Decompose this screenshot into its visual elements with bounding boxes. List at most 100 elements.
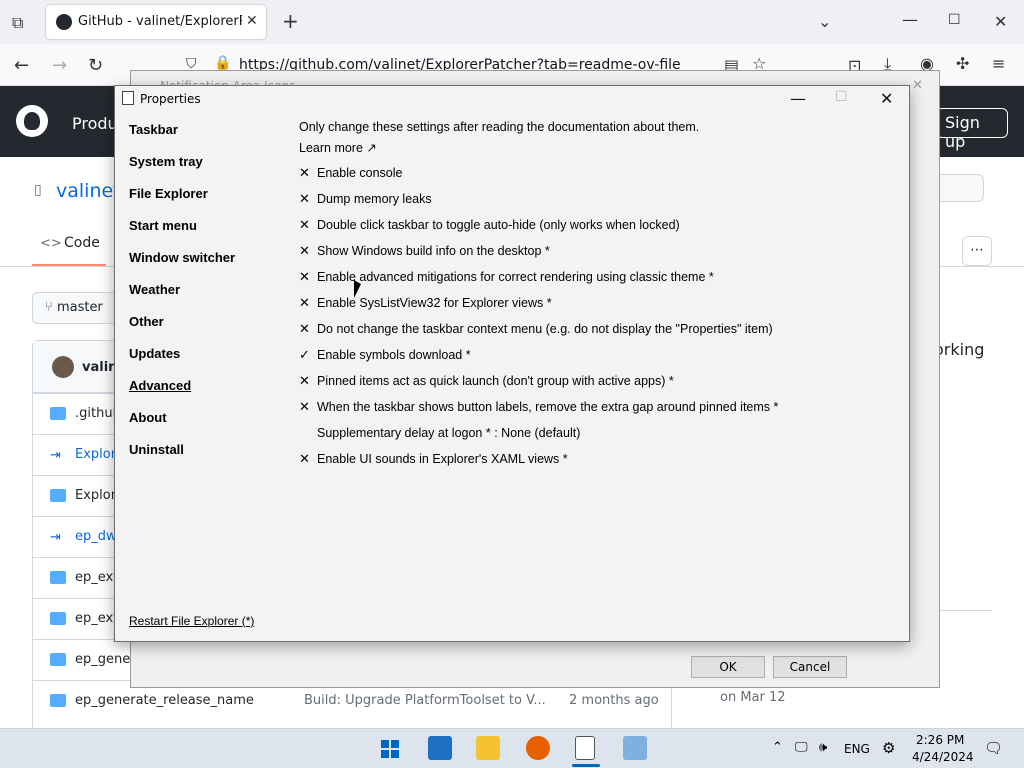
option-label[interactable]: When the taskbar shows button labels, re… <box>317 400 778 414</box>
option-label[interactable]: Dump memory leaks <box>317 192 432 206</box>
option-label[interactable]: Enable advanced mitigations for correct … <box>317 270 714 284</box>
tab-code[interactable]: Code <box>64 235 100 251</box>
branch-icon: ⑂ <box>45 300 57 315</box>
window-minimize-button[interactable]: — <box>902 10 918 29</box>
ok-button[interactable]: OK <box>691 656 765 678</box>
language-indicator[interactable]: ENG <box>844 742 870 756</box>
nav-item-advanced[interactable]: Advanced <box>129 378 191 393</box>
photos-app-icon[interactable] <box>623 736 647 760</box>
active-app-indicator <box>572 764 600 767</box>
learn-more-link[interactable]: Learn more ↗ <box>299 140 377 155</box>
properties-title: Properties <box>140 92 201 106</box>
start-button[interactable] <box>381 740 399 758</box>
back-dialog-close-icon[interactable]: ✕ <box>912 78 923 93</box>
option-label[interactable]: Supplementary delay at logon * : None (d… <box>317 426 580 440</box>
folder-icon <box>50 653 66 666</box>
nav-item-file-explorer[interactable]: File Explorer <box>129 186 208 201</box>
option-label[interactable]: Enable symbols download * <box>317 348 471 362</box>
option-label[interactable]: Enable SysListView32 for Explorer views … <box>317 296 552 310</box>
release-date: on Mar 12 <box>720 690 786 705</box>
unchecked-icon[interactable]: ✕ <box>299 374 313 389</box>
tab-title: GitHub - valinet/ExplorerPatcher <box>78 14 242 29</box>
volume-icon[interactable]: 🕪 <box>819 740 827 755</box>
nav-item-about[interactable]: About <box>129 410 167 425</box>
file-name-link[interactable]: ep_generate_release_name <box>75 693 254 708</box>
nav-item-start-menu[interactable]: Start menu <box>129 218 197 233</box>
commit-age: 2 months ago <box>569 693 659 708</box>
nav-item-updates[interactable]: Updates <box>129 346 180 361</box>
repo-icon: ▯ <box>34 182 42 198</box>
commit-message[interactable]: Build: Upgrade PlatformToolset to V... <box>304 693 546 708</box>
menu-icon[interactable]: ≡ <box>992 54 1005 73</box>
forward-icon[interactable]: → <box>52 55 67 76</box>
settings-gear-icon[interactable]: ⚙ <box>882 739 895 757</box>
unchecked-icon[interactable]: ✕ <box>299 296 313 311</box>
sign-up-button[interactable]: Sign up <box>936 108 1008 151</box>
extensions-icon[interactable]: ✣ <box>956 54 969 73</box>
clock-time[interactable]: 2:26 PM <box>916 733 964 747</box>
unchecked-icon[interactable]: ✕ <box>299 244 313 259</box>
store-app-icon[interactable] <box>428 736 452 760</box>
folder-icon <box>50 571 66 584</box>
checked-icon[interactable]: ✓ <box>299 348 313 363</box>
product-menu[interactable]: Produ <box>72 114 118 133</box>
cancel-button[interactable]: Cancel <box>773 656 847 678</box>
repo-owner-link[interactable]: valinet <box>56 180 121 202</box>
unchecked-icon[interactable]: ✕ <box>299 270 313 285</box>
properties-window <box>114 85 910 642</box>
window-close-button[interactable]: ✕ <box>994 12 1007 31</box>
tab-list-icon[interactable]: ⧉ <box>12 13 23 33</box>
submodule-icon: ⇥ <box>50 448 61 463</box>
show-hidden-icons-icon[interactable]: ⌃ <box>772 740 783 755</box>
unchecked-icon[interactable]: ✕ <box>299 400 313 415</box>
option-label[interactable]: Show Windows build info on the desktop * <box>317 244 550 258</box>
network-icon[interactable]: 🖵 <box>795 740 808 755</box>
clock-date[interactable]: 4/24/2024 <box>912 750 974 764</box>
start-tile <box>381 750 389 758</box>
folder-icon <box>50 407 66 420</box>
branch-selector[interactable]: ⑂ master <box>32 292 122 324</box>
firefox-app-icon[interactable] <box>526 736 550 760</box>
unchecked-icon[interactable]: ✕ <box>299 218 313 233</box>
unchecked-icon[interactable]: ✕ <box>299 452 313 467</box>
file-name-link[interactable]: ep_ext <box>75 611 118 626</box>
unchecked-icon[interactable]: ✕ <box>299 192 313 207</box>
start-tile <box>391 740 399 748</box>
lock-icon[interactable]: 🔒 <box>214 55 231 71</box>
avatar[interactable] <box>52 356 74 378</box>
properties-close-button[interactable]: ✕ <box>880 89 893 108</box>
file-name-link[interactable]: ep_ext <box>75 570 118 585</box>
more-options-icon[interactable]: ⋯ <box>962 236 992 266</box>
nav-item-system-tray[interactable]: System tray <box>129 154 203 169</box>
properties-app-taskbar-icon[interactable] <box>575 736 595 760</box>
restart-explorer-link[interactable]: Restart File Explorer (*) <box>129 614 254 628</box>
option-label[interactable]: Do not change the taskbar context menu (… <box>317 322 773 336</box>
start-tile <box>391 750 399 758</box>
nav-item-weather[interactable]: Weather <box>129 282 180 297</box>
option-label[interactable]: Enable UI sounds in Explorer's XAML view… <box>317 452 568 466</box>
code-icon: <> <box>40 236 62 251</box>
back-icon[interactable]: ← <box>14 55 29 76</box>
option-label[interactable]: Pinned items act as quick launch (don't … <box>317 374 674 388</box>
unchecked-icon[interactable]: ✕ <box>299 166 313 181</box>
file-name-link[interactable]: ep_dw <box>75 529 117 544</box>
reload-icon[interactable]: ↻ <box>88 55 103 76</box>
new-tab-button[interactable]: + <box>282 9 299 33</box>
nav-item-uninstall[interactable]: Uninstall <box>129 442 184 457</box>
file-explorer-app-icon[interactable] <box>476 736 500 760</box>
github-logo-mark <box>24 112 40 130</box>
tab-close-icon[interactable]: ✕ <box>246 13 258 29</box>
file-name-link[interactable]: ep_gener <box>75 652 136 667</box>
nav-item-taskbar[interactable]: Taskbar <box>129 122 178 137</box>
taskbar <box>0 728 1024 768</box>
option-label[interactable]: Double click taskbar to toggle auto-hide… <box>317 218 680 232</box>
properties-minimize-button[interactable]: — <box>790 89 806 108</box>
about-text: orking <box>934 340 985 359</box>
window-maximize-button[interactable]: ☐ <box>948 12 961 28</box>
option-label[interactable]: Enable console <box>317 166 402 180</box>
unchecked-icon[interactable]: ✕ <box>299 322 313 337</box>
notifications-icon[interactable]: 🗨 <box>984 739 1003 757</box>
nav-item-window-switcher[interactable]: Window switcher <box>129 250 235 265</box>
list-all-tabs-icon[interactable]: ⌄ <box>818 12 831 31</box>
nav-item-other[interactable]: Other <box>129 314 164 329</box>
